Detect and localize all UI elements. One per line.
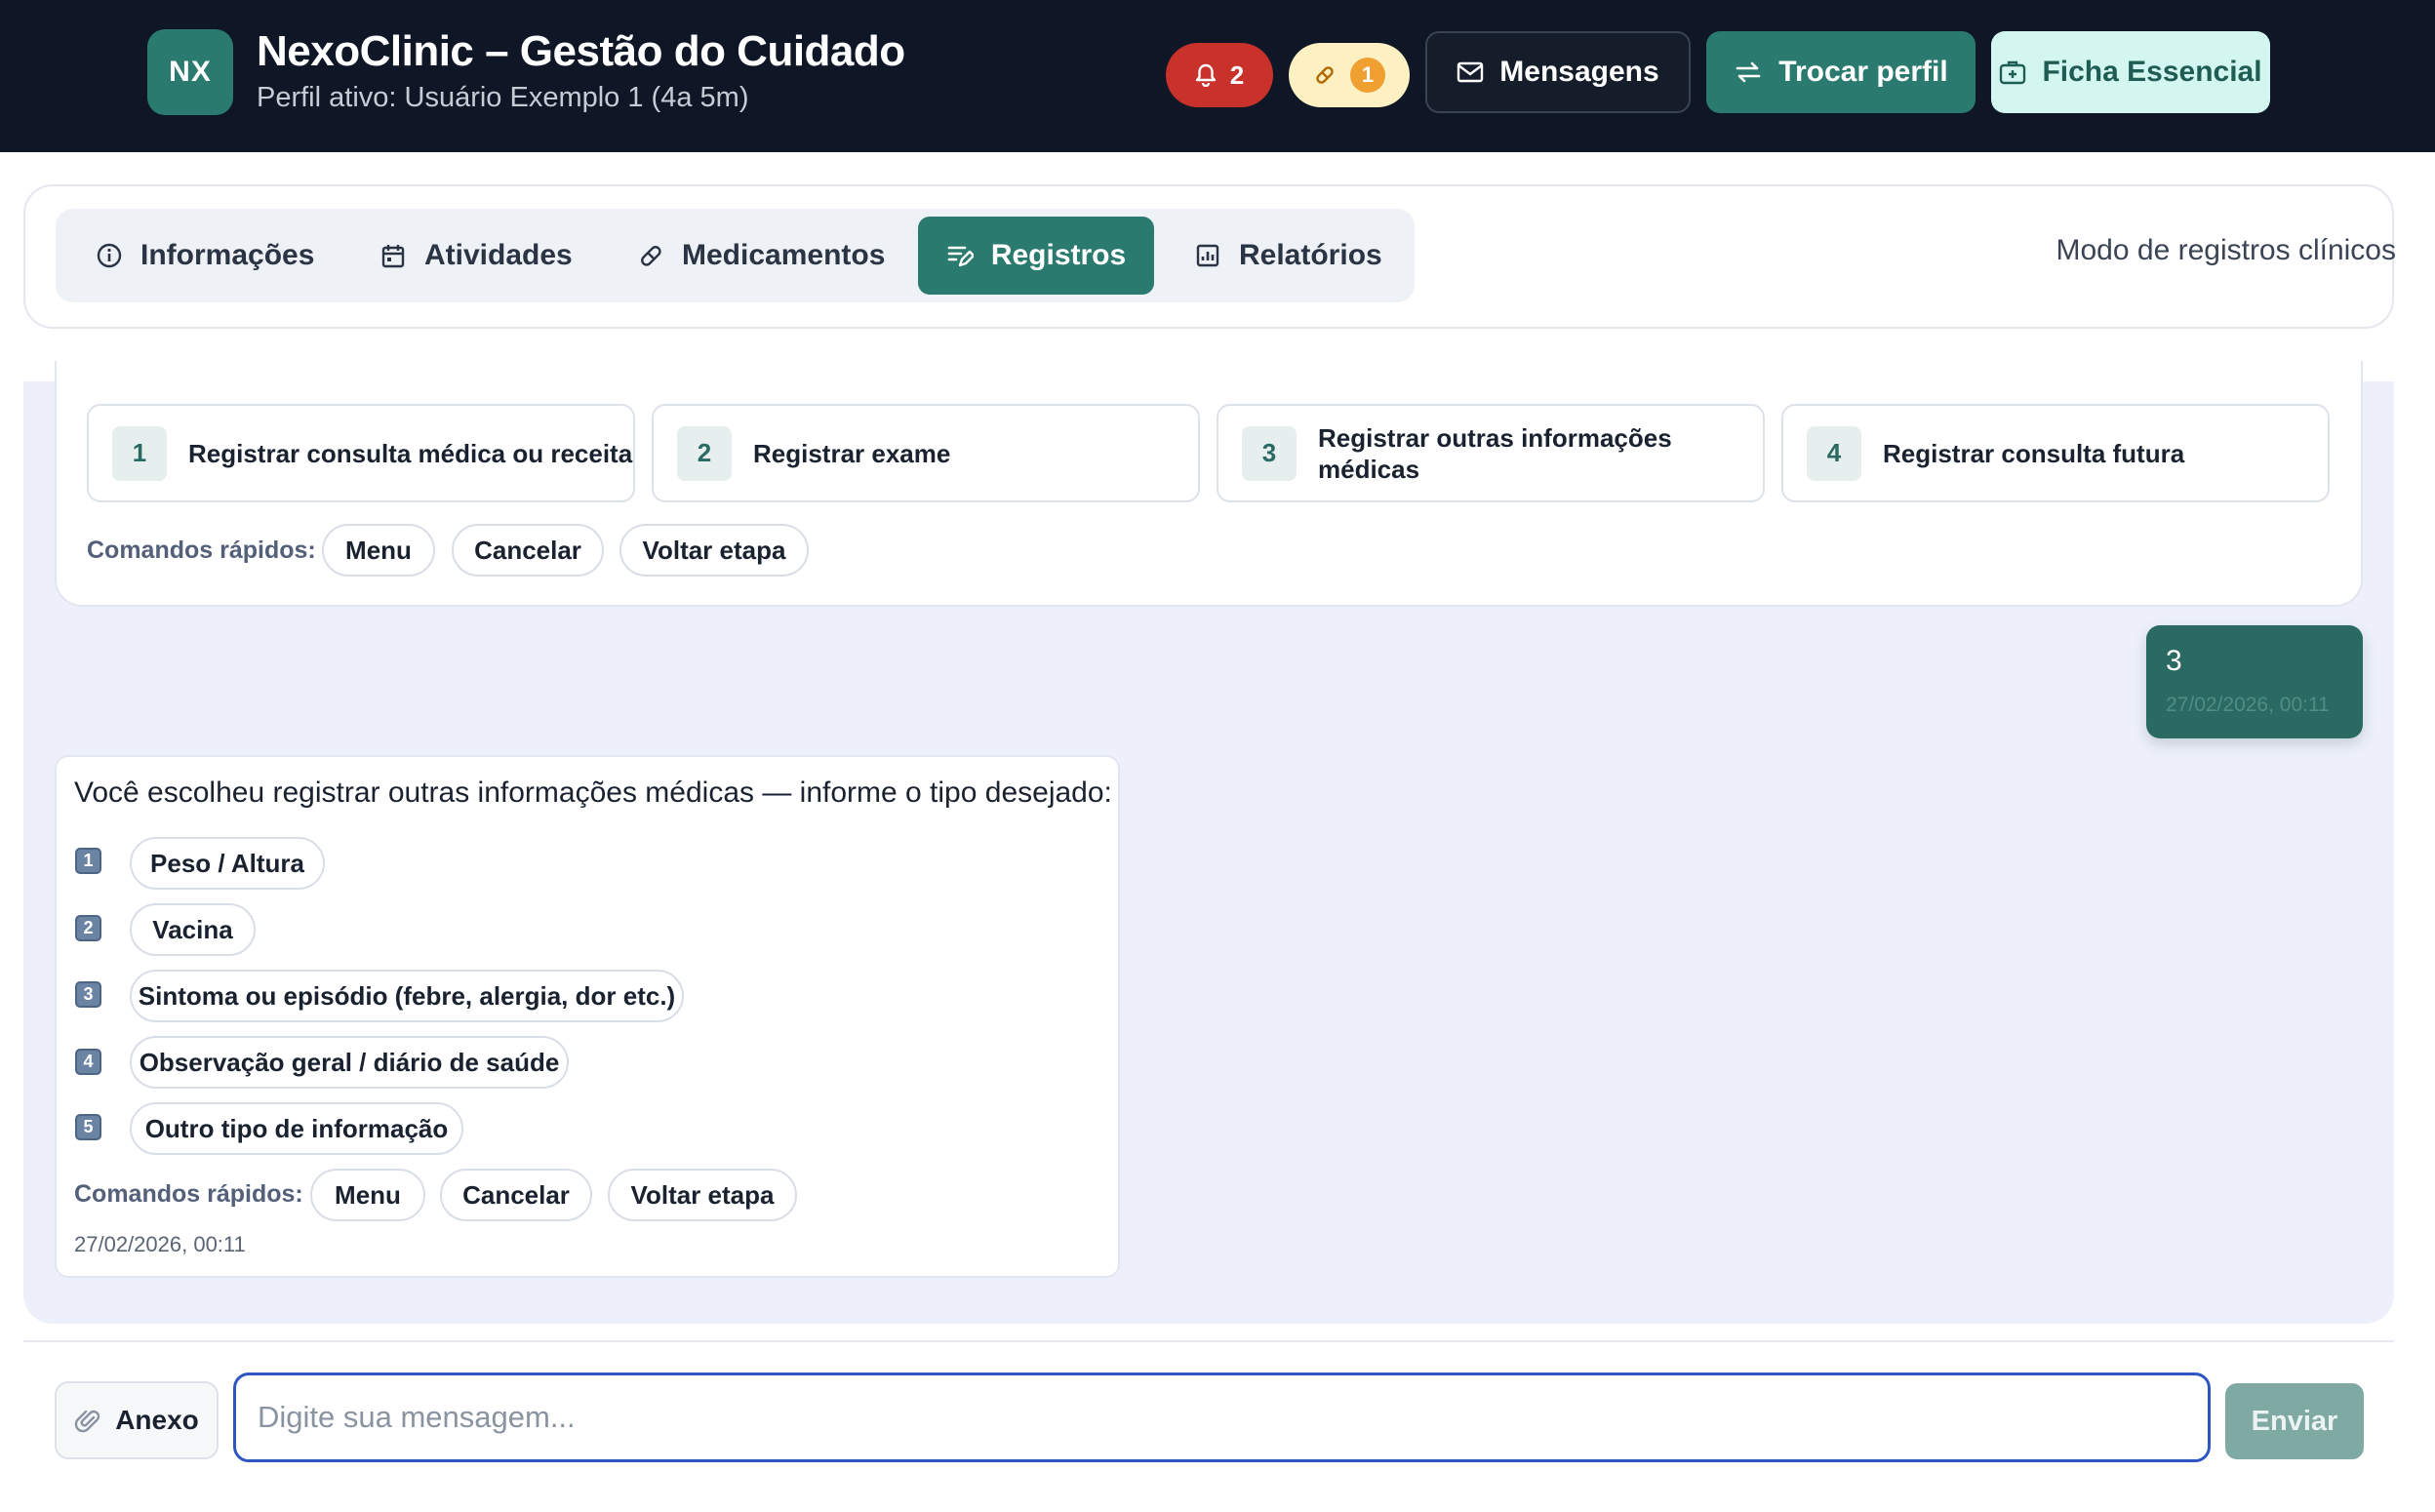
mail-icon — [1457, 61, 1484, 83]
menu-option-2[interactable]: 2 Registrar exame — [652, 404, 1200, 502]
bell-icon — [1195, 63, 1217, 87]
option-number: 1 — [112, 425, 167, 481]
quick-command-back-step[interactable]: Voltar etapa — [619, 524, 809, 577]
quick-command-back-step[interactable]: Voltar etapa — [608, 1169, 797, 1221]
messages-label: Mensagens — [1499, 56, 1659, 88]
menu-option-4[interactable]: 4 Registrar consulta futura — [1781, 404, 2330, 502]
quick-command-cancel[interactable]: Cancelar — [440, 1169, 592, 1221]
option-label: Registrar consulta médica ou receita — [188, 438, 633, 468]
alerts-count: 2 — [1229, 60, 1245, 90]
records-mode-label: Modo de registros clínicos — [2056, 234, 2397, 266]
option-number: 2 — [677, 425, 732, 481]
message-input-wrapper — [233, 1373, 2211, 1462]
keycap-3-icon: 3 — [75, 981, 101, 1008]
calendar-icon — [379, 242, 407, 269]
option-label: Registrar consulta futura — [1883, 438, 2185, 468]
paperclip-icon — [74, 1407, 101, 1434]
bot-message-time: 27/02/2026, 00:11 — [74, 1232, 246, 1256]
type-option-weight-height[interactable]: Peso / Altura — [130, 837, 325, 890]
tab-informacoes[interactable]: Informações — [96, 217, 314, 295]
type-option-symptom[interactable]: Sintoma ou episódio (febre, alergia, dor… — [130, 970, 684, 1022]
switch-profile-button[interactable]: Trocar perfil — [1706, 31, 1976, 113]
option-number: 3 — [1242, 425, 1297, 481]
tab-label: Registros — [990, 239, 1127, 271]
quick-command-cancel[interactable]: Cancelar — [452, 524, 604, 577]
attach-label: Anexo — [115, 1405, 199, 1435]
user-message-bubble: 3 27/02/2026, 00:11 — [2146, 625, 2363, 738]
tab-label: Relatórios — [1239, 239, 1382, 271]
pill-icon — [1313, 63, 1337, 87]
type-option-other[interactable]: Outro tipo de informação — [130, 1102, 463, 1155]
type-option-vaccine[interactable]: Vacina — [130, 903, 256, 956]
tab-relatorios[interactable]: Relatórios — [1194, 217, 1382, 295]
option-label: Registrar exame — [753, 438, 951, 468]
keycap-5-icon: 5 — [75, 1114, 101, 1140]
quick-commands-label: Comandos rápidos: — [87, 537, 316, 564]
active-profile-label: Perfil ativo: Usuário Exemplo 1 (4a 5m) — [257, 82, 749, 113]
medical-kit-icon — [1999, 60, 2026, 85]
edit-list-icon — [946, 242, 974, 269]
swap-arrows-icon — [1734, 61, 1763, 83]
quick-command-menu[interactable]: Menu — [322, 524, 435, 577]
keycap-1-icon: 1 — [75, 848, 101, 874]
type-option-general-observation[interactable]: Observação geral / diário de saúde — [130, 1036, 569, 1089]
message-input[interactable] — [233, 1373, 2211, 1462]
switch-profile-label: Trocar perfil — [1778, 56, 1948, 88]
option-label: Registrar outras informações médicas — [1318, 422, 1672, 484]
tab-label: Medicamentos — [682, 239, 886, 271]
attach-button[interactable]: Anexo — [55, 1381, 219, 1459]
essential-record-button[interactable]: Ficha Essencial — [1991, 31, 2270, 113]
info-icon — [96, 242, 123, 269]
tab-registros[interactable]: Registros — [918, 217, 1154, 295]
keycap-4-icon: 4 — [75, 1049, 101, 1075]
user-message-time: 27/02/2026, 00:11 — [2166, 694, 2330, 716]
app-logo: NX — [147, 29, 233, 115]
report-chart-icon — [1194, 242, 1221, 269]
tab-label: Informações — [140, 239, 315, 271]
medication-alerts-count: 1 — [1350, 58, 1385, 93]
send-button[interactable]: Enviar — [2225, 1383, 2364, 1459]
quick-command-menu[interactable]: Menu — [310, 1169, 425, 1221]
pill-icon — [637, 242, 664, 269]
messages-button[interactable]: Mensagens — [1425, 31, 1691, 113]
keycap-2-icon: 2 — [75, 915, 101, 941]
tab-atividades[interactable]: Atividades — [379, 217, 573, 295]
menu-option-3[interactable]: 3 Registrar outras informações médicas — [1217, 404, 1765, 502]
alerts-button[interactable]: 2 — [1166, 43, 1273, 107]
tab-medicamentos[interactable]: Medicamentos — [637, 217, 885, 295]
medication-alerts-button[interactable]: 1 — [1289, 43, 1410, 107]
essential-record-label: Ficha Essencial — [2042, 56, 2262, 88]
app-title: NexoClinic – Gestão do Cuidado — [257, 27, 905, 75]
bot-message-text: Você escolheu registrar outras informaçõ… — [74, 776, 1112, 809]
menu-option-1[interactable]: 1 Registrar consulta médica ou receita — [87, 404, 635, 502]
quick-commands-label: Comandos rápidos: — [74, 1180, 303, 1208]
tab-label: Atividades — [424, 239, 573, 271]
option-number: 4 — [1807, 425, 1861, 481]
user-message-text: 3 — [2166, 645, 2182, 677]
